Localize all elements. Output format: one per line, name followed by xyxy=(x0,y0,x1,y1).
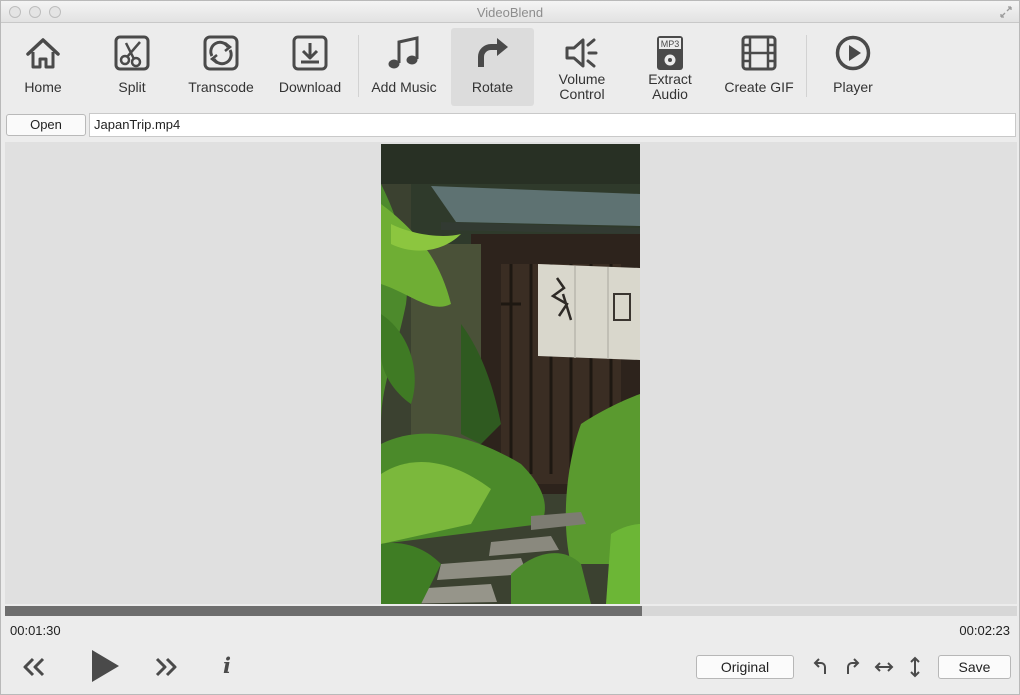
toolbar-add-music-button[interactable]: Add Music xyxy=(363,28,445,106)
toolbar-player-label: Player xyxy=(833,79,873,95)
rotate-left-icon[interactable] xyxy=(811,656,831,678)
toolbar-transcode-button[interactable]: Transcode xyxy=(181,28,261,106)
rewind-icon[interactable] xyxy=(19,655,49,679)
toolbar-create-gif-label: Create GIF xyxy=(724,79,794,95)
mp3-file-icon: MP3 xyxy=(657,36,683,70)
toolbar-rotate-button[interactable]: Rotate xyxy=(451,28,534,106)
volume-icon xyxy=(565,38,598,68)
toolbar-split-label: Split xyxy=(118,79,146,95)
title-bar: VideoBlend xyxy=(1,1,1019,23)
toolbar-download-label: Download xyxy=(278,79,342,95)
toolbar-split-button[interactable]: Split xyxy=(94,28,170,106)
video-viewer xyxy=(5,142,1017,604)
file-path-field[interactable]: JapanTrip.mp4 xyxy=(89,113,1016,137)
rotate-right-icon[interactable] xyxy=(842,656,862,678)
video-frame xyxy=(381,144,640,604)
music-note-icon xyxy=(388,36,419,69)
fullscreen-icon[interactable] xyxy=(999,5,1013,19)
toolbar-add-music-label: Add Music xyxy=(371,79,437,95)
scissors-icon xyxy=(114,35,150,71)
toolbar-player-button[interactable]: Player xyxy=(813,28,893,106)
original-button[interactable]: Original xyxy=(696,655,794,679)
toolbar-transcode-label: Transcode xyxy=(188,79,254,95)
toolbar-home-label: Home xyxy=(24,79,62,95)
transcode-icon xyxy=(203,35,239,71)
info-icon[interactable]: i xyxy=(223,653,237,679)
total-time: 00:02:23 xyxy=(959,623,1010,638)
play-icon[interactable] xyxy=(87,647,123,685)
toolbar-rotate-label: Rotate xyxy=(471,79,514,95)
progress-fill xyxy=(5,606,642,616)
toolbar-extract-audio-label: Extract Audio xyxy=(648,71,692,102)
download-icon xyxy=(292,35,328,71)
app-window: VideoBlend Home Split Transcode Download… xyxy=(0,0,1020,695)
mp3-icon-text: MP3 xyxy=(661,39,680,49)
main-toolbar: Home Split Transcode Download Add Music … xyxy=(1,23,1019,109)
rotate-icon xyxy=(477,38,508,67)
toolbar-separator xyxy=(806,35,807,97)
toolbar-home-button[interactable]: Home xyxy=(5,28,81,106)
flip-vertical-icon[interactable] xyxy=(906,655,924,679)
toolbar-volume-control-label: Volume Control xyxy=(558,71,606,102)
progress-bar[interactable] xyxy=(5,606,1017,616)
play-circle-icon xyxy=(835,35,871,71)
current-time: 00:01:30 xyxy=(10,623,61,638)
save-button[interactable]: Save xyxy=(938,655,1011,679)
toolbar-volume-control-button[interactable]: Volume Control xyxy=(543,28,621,106)
flip-horizontal-icon[interactable] xyxy=(873,656,895,678)
film-strip-icon xyxy=(741,35,777,71)
home-icon xyxy=(26,38,60,69)
open-file-button[interactable]: Open xyxy=(6,114,86,136)
toolbar-download-button[interactable]: Download xyxy=(271,28,349,106)
toolbar-separator xyxy=(358,35,359,97)
toolbar-extract-audio-button[interactable]: MP3 Extract Audio xyxy=(631,28,709,106)
toolbar-create-gif-button[interactable]: Create GIF xyxy=(716,28,802,106)
fast-forward-icon[interactable] xyxy=(151,655,181,679)
window-title: VideoBlend xyxy=(476,5,544,20)
